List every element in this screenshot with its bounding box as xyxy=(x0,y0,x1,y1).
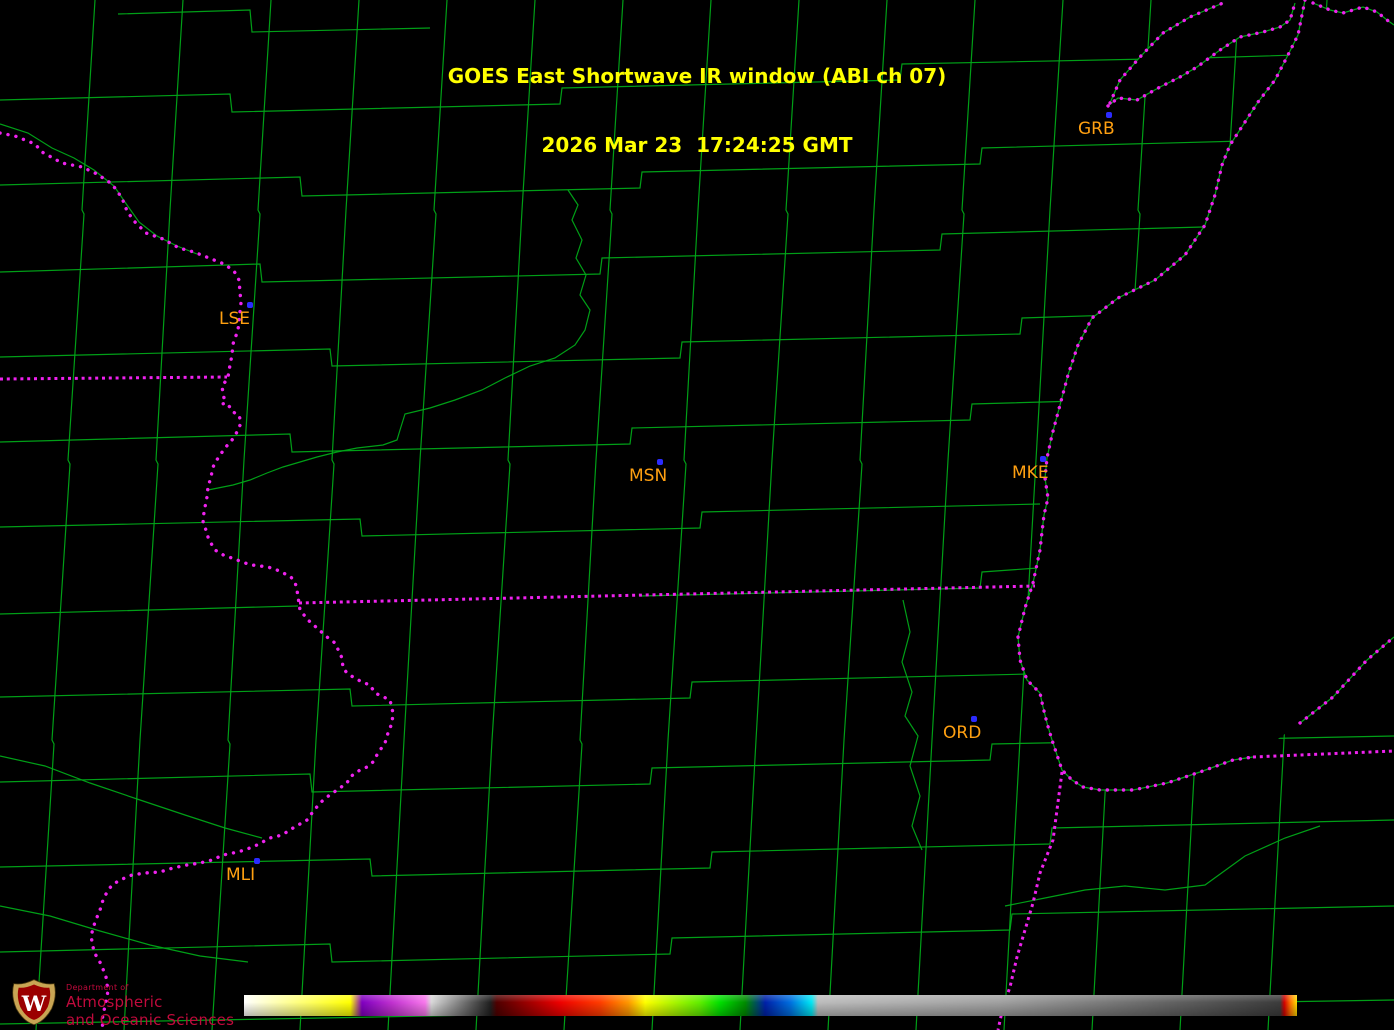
product-title-line2: 2026 Mar 23 17:24:25 GMT xyxy=(0,134,1394,157)
satellite-map-stage: GOES East Shortwave IR window (ABI ch 07… xyxy=(0,0,1394,1030)
station-dot-icon xyxy=(247,302,253,308)
station-dot-icon xyxy=(254,858,260,864)
uw-logo: W Department of Atmospheric and Oceanic … xyxy=(8,978,234,1028)
station-label: MKE xyxy=(1012,463,1049,483)
state-border-indiana xyxy=(1253,751,1394,757)
uw-logo-line2: and Oceanic Sciences xyxy=(66,1013,234,1028)
state-border-wi-il xyxy=(299,586,1035,603)
uw-logo-line1: Atmospheric xyxy=(66,995,234,1010)
state-border-mn-ia xyxy=(0,377,227,379)
uw-crest-monogram: W xyxy=(21,992,47,1017)
uw-crest-icon: W xyxy=(8,978,60,1028)
product-title-line1: GOES East Shortwave IR window (ABI ch 07… xyxy=(0,65,1394,88)
mississippi-river-border xyxy=(0,133,393,1030)
station-label: LSE xyxy=(219,309,250,329)
product-title: GOES East Shortwave IR window (ABI ch 07… xyxy=(0,19,1394,203)
uw-logo-text: Department of Atmospheric and Oceanic Sc… xyxy=(66,978,234,1028)
station-dot-icon xyxy=(1040,456,1046,462)
station-dot-icon xyxy=(657,459,663,465)
uw-logo-department: Department of xyxy=(66,984,234,992)
station-label: ORD xyxy=(943,723,981,743)
station-label: MLI xyxy=(226,865,255,885)
colorbar xyxy=(244,995,1297,1016)
station-label: MSN xyxy=(629,466,667,486)
station-dot-icon xyxy=(971,716,977,722)
